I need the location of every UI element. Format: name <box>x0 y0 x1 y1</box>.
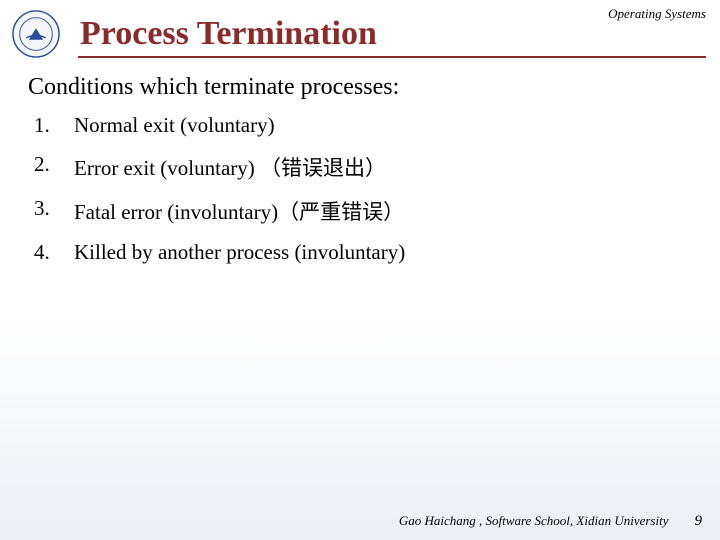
list-item: 4. Killed by another process (involuntar… <box>34 240 700 265</box>
slide-content: Conditions which terminate processes: 1.… <box>28 74 700 265</box>
list-text: Normal exit (voluntary) <box>74 113 275 138</box>
slide-header: Operating Systems Process Termination <box>0 0 720 58</box>
list-text: Error exit (voluntary) （错误退出） <box>74 152 386 182</box>
university-logo-icon <box>12 10 60 58</box>
slide-title: Process Termination <box>80 15 377 53</box>
list-num: 4. <box>34 240 74 265</box>
list-item: 2. Error exit (voluntary) （错误退出） <box>34 152 700 182</box>
page-number: 9 <box>695 513 703 530</box>
footer-credit: Gao Haichang , Software School, Xidian U… <box>399 513 669 529</box>
background-photo <box>0 320 720 540</box>
list-num: 2. <box>34 152 74 182</box>
slide-footer: Gao Haichang , Software School, Xidian U… <box>399 513 702 530</box>
list-text: Fatal error (involuntary)（严重错误） <box>74 196 404 226</box>
list-item: 3. Fatal error (involuntary)（严重错误） <box>34 196 700 226</box>
list-num: 3. <box>34 196 74 226</box>
conditions-list: 1. Normal exit (voluntary) 2. Error exit… <box>34 113 700 265</box>
list-num: 1. <box>34 113 74 138</box>
list-item: 1. Normal exit (voluntary) <box>34 113 700 138</box>
course-label: Operating Systems <box>608 6 706 22</box>
list-text: Killed by another process (involuntary) <box>74 240 405 265</box>
content-subhead: Conditions which terminate processes: <box>28 74 700 101</box>
title-underline <box>78 56 706 58</box>
